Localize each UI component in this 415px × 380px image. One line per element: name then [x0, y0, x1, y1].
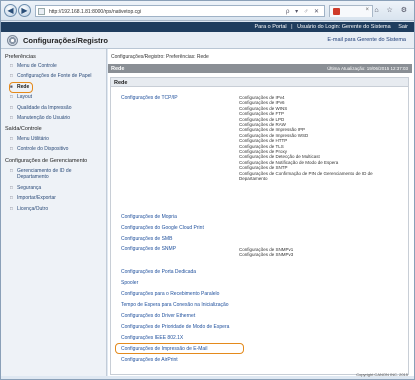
browser-window: ◀ ▶ http://192.168.1.81:8000/rps/nativet…: [0, 0, 415, 380]
copyright-text: Copyright CANON INC. 2015: [356, 372, 408, 377]
bullet-icon: □: [10, 195, 13, 200]
sidebar-item-layout[interactable]: □ Layout: [10, 94, 104, 100]
last-update-text: Última Atualização: 19/06/2015 12:37:03: [327, 66, 408, 71]
forward-button[interactable]: ▶: [18, 4, 31, 17]
sidebar-item-import-export[interactable]: □ Importar/Exportar: [10, 195, 104, 201]
browser-tools-icons[interactable]: ⌂ ☆ ⚙: [374, 6, 410, 14]
sidebar-item-department-id[interactable]: □ Gerenciamento de ID de Departamento: [10, 168, 104, 180]
highlight-network-box: [9, 82, 33, 93]
app-header: Configurações/Registro E-mail para Geren…: [1, 32, 414, 49]
sidebar-item-print-quality[interactable]: □ Qualidade da Impressão: [10, 105, 104, 111]
section-header: Rede Última Atualização: 19/06/2015 12:3…: [108, 64, 412, 73]
bullet-icon: □: [10, 105, 13, 110]
page-title: Configurações/Registro: [23, 36, 109, 45]
spooler-link[interactable]: Spooler: [121, 280, 138, 286]
tcpip-sub-list: Configurações de IPv4 Configurações de I…: [239, 95, 389, 182]
settings-gear-icon: [7, 35, 18, 46]
sub-item: Configurações de SNMPv3: [239, 252, 294, 258]
main-content: Configurações/Registro: Preferências: Re…: [108, 49, 414, 376]
login-user-label: Usuário do Login: Gerente do Sistema: [297, 23, 391, 30]
bullet-icon: □: [10, 73, 13, 78]
address-url: http://192.168.1.81:8000/rps/nativetop.c…: [49, 8, 142, 15]
portal-link[interactable]: Para o Portal: [255, 24, 287, 30]
bullet-icon: □: [10, 185, 13, 190]
snmp-sub-list: Configurações de SNMPv1 Configurações de…: [239, 247, 389, 258]
separator: |: [291, 23, 293, 30]
panel-title: Rede: [114, 79, 128, 86]
breadcrumb: Configurações/Registro: Preferências: Re…: [111, 54, 209, 60]
portal-bar: Para o Portal | Usuário do Login: Gerent…: [1, 22, 414, 32]
back-arrow-icon: ◀: [7, 6, 14, 15]
email-admin-link[interactable]: E-mail para Gerente do Sistema: [327, 37, 406, 43]
sidebar-item-user-maintenance[interactable]: □ Manutenção do Usuário: [10, 115, 104, 121]
section-title: Rede: [111, 65, 125, 72]
browser-toolbar: ◀ ▶ http://192.168.1.81:8000/rps/nativet…: [1, 1, 414, 21]
sidebar-heading-preferences: Preferências: [5, 54, 36, 60]
snmp-settings-link[interactable]: Configurações de SNMP: [121, 246, 176, 252]
sidebar-item-control-menu[interactable]: □ Menu de Controle: [10, 63, 104, 69]
bullet-icon: □: [10, 146, 13, 151]
sidebar: Preferências □ Menu de Controle □ Configur…: [1, 49, 107, 376]
sub-item: Configurações de Confirmação de PIN de G…: [239, 170, 373, 182]
highlight-email-print-box: [115, 343, 244, 354]
sidebar-item-paper-source[interactable]: □ Configurações de Fonte de Papel: [10, 73, 104, 79]
smb-settings-link[interactable]: Configurações de SMB: [121, 236, 172, 242]
network-panel: Rede Configurações de TCP/IP Configuraçõ…: [110, 77, 409, 375]
logout-link[interactable]: Sair: [398, 24, 408, 30]
canon-favicon-icon: [333, 8, 340, 15]
bullet-icon: □: [10, 168, 13, 173]
ethernet-driver-link[interactable]: Configurações do Driver Ethernet: [121, 313, 195, 319]
bullet-icon: □: [10, 63, 13, 68]
page-icon: [38, 8, 45, 15]
sidebar-item-security[interactable]: □ Segurança: [10, 185, 104, 191]
airprint-settings-link[interactable]: Configurações de AirPrint: [121, 357, 178, 363]
back-button[interactable]: ◀: [4, 4, 17, 17]
google-cloud-print-link[interactable]: Configurações do Google Cloud Print: [121, 225, 204, 231]
sidebar-heading-output: Saída/Controle: [5, 126, 42, 132]
address-tools-icons[interactable]: ρ ▾ ♂ ✕: [286, 8, 321, 15]
parallel-receive-link[interactable]: Configurações para o Recebimento Paralel…: [121, 291, 219, 297]
startup-wait-time-link[interactable]: Tempo de Espera para Conexão na Iniciali…: [121, 302, 229, 308]
sidebar-heading-management: Configurações de Gerenciamento: [5, 158, 88, 164]
sidebar-item-license[interactable]: □ Licença/Outro: [10, 206, 104, 212]
bullet-icon: □: [10, 136, 13, 141]
tcpip-settings-link[interactable]: Configurações de TCP/IP: [121, 95, 178, 101]
sidebar-item-utility-menu[interactable]: □ Menu Utilitário: [10, 136, 104, 142]
ieee-8021x-link[interactable]: Configurações IEEE 802.1X: [121, 335, 183, 341]
browser-tab[interactable]: ×: [329, 5, 373, 17]
mopria-settings-link[interactable]: Configurações de Mopria: [121, 214, 177, 220]
bullet-icon: □: [10, 94, 13, 99]
bullet-icon: □: [10, 206, 13, 211]
close-tab-icon[interactable]: ×: [365, 7, 369, 13]
sidebar-item-device-control[interactable]: □ Controle do Dispositivo: [10, 146, 104, 152]
bullet-icon: □: [10, 115, 13, 120]
sleep-priority-link[interactable]: Configurações de Prioridade de Modo de E…: [121, 324, 229, 330]
panel-header: Rede: [111, 78, 408, 87]
dedicated-port-link[interactable]: Configurações de Porta Dedicada: [121, 269, 196, 275]
address-bar[interactable]: http://192.168.1.81:8000/rps/nativetop.c…: [35, 5, 325, 17]
portal-info: Para o Portal | Usuário do Login: Gerent…: [255, 24, 408, 30]
forward-arrow-icon: ▶: [21, 6, 28, 15]
